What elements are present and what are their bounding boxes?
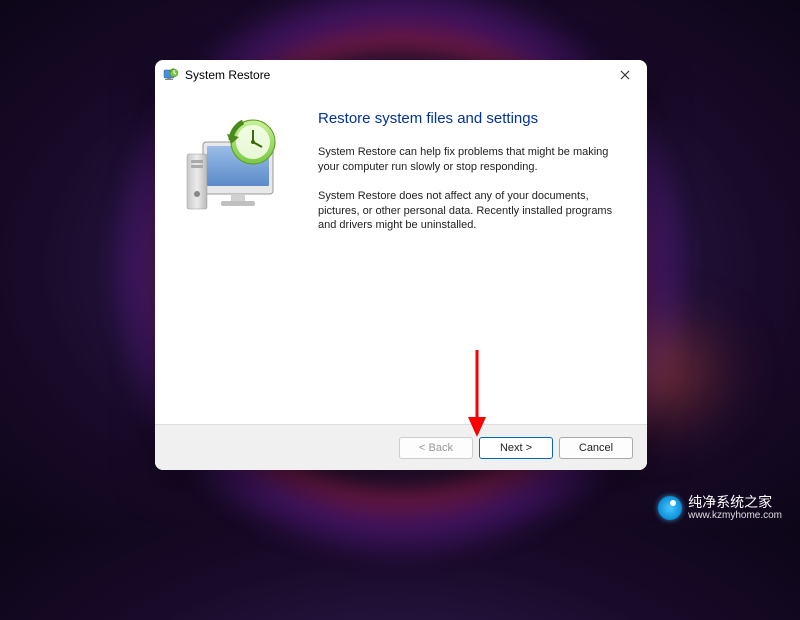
watermark-logo-icon — [658, 496, 682, 520]
titlebar: System Restore — [155, 60, 647, 90]
watermark-brand: 纯净系统之家 — [688, 495, 782, 510]
content-text: Restore system files and settings System… — [310, 98, 627, 424]
system-restore-dialog: System Restore — [155, 60, 647, 470]
next-button[interactable]: Next > — [479, 437, 553, 459]
system-restore-icon — [163, 67, 179, 83]
close-button[interactable] — [607, 63, 643, 87]
close-icon — [620, 70, 630, 80]
content-area: Restore system files and settings System… — [155, 90, 647, 424]
intro-paragraph-1: System Restore can help fix problems tha… — [318, 145, 627, 175]
watermark: 纯净系统之家 www.kzmyhome.com — [658, 495, 782, 521]
watermark-url: www.kzmyhome.com — [688, 510, 782, 521]
button-row: < Back Next > Cancel — [155, 424, 647, 470]
intro-paragraph-2: System Restore does not affect any of yo… — [318, 189, 627, 234]
back-button: < Back — [399, 437, 473, 459]
dialog-title: System Restore — [185, 68, 607, 82]
wizard-heading: Restore system files and settings — [318, 110, 627, 127]
cancel-button[interactable]: Cancel — [559, 437, 633, 459]
wizard-illustration — [175, 98, 310, 424]
